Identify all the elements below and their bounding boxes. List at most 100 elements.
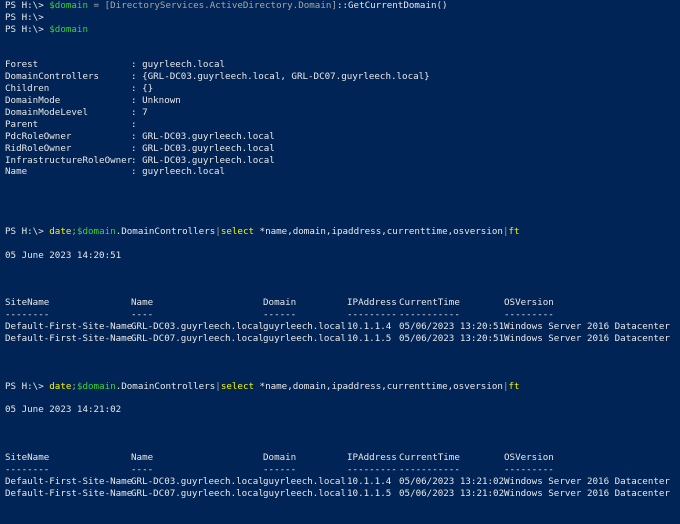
- property-row: Parent:: [5, 119, 680, 131]
- property-name: PdcRoleOwner: [5, 130, 72, 142]
- property-name: DomainMode: [5, 95, 61, 107]
- table-header: IPAddress: [347, 451, 397, 463]
- property-row: RidRoleOwner: GRL-DC03.guyrleech.local: [5, 143, 680, 155]
- type-literal: [DirectoryServices.ActiveDirectory.Domai…: [104, 0, 337, 11]
- property-value: GRL-DC03.guyrleech.local: [142, 154, 275, 166]
- date-output: 05 June 2023 14:20:51: [5, 249, 122, 261]
- table-header-row: SiteName Name Domain IPAddress CurrentTime OS…: [5, 452, 680, 464]
- table-cell: Default-First-Site-Name: [5, 475, 133, 487]
- property-value: guyrleech.local: [142, 166, 226, 178]
- property-value: GRL-DC03.guyrleech.local: [142, 142, 275, 154]
- property-name: RidRoleOwner: [5, 142, 72, 154]
- property-row: DomainControllers: {GRL-DC03.guyrleech.l…: [5, 71, 680, 83]
- table-cell: guyrleech.local: [263, 487, 346, 499]
- property-row: Children: {}: [5, 83, 680, 95]
- table-cell: Windows Server 2016 Datacenter: [504, 487, 670, 499]
- date-output: 05 June 2023 14:21:02: [5, 404, 680, 416]
- table-row: Default-First-Site-NameGRL-DC07.guyrleec…: [5, 333, 680, 345]
- table-header: SiteName: [5, 451, 50, 463]
- property-value: Unknown: [142, 95, 181, 107]
- table-underline: --------: [5, 463, 50, 475]
- method-call: ::GetCurrentDomain(): [336, 0, 448, 11]
- table-cell: 10.1.1.5: [347, 332, 392, 344]
- command-date: date: [49, 225, 72, 237]
- table-header: Name: [131, 451, 154, 463]
- table-cell: Windows Server 2016 Datacenter: [504, 475, 670, 487]
- property-row: DomainModeLevel: 7: [5, 107, 680, 119]
- arguments: *name,domain,ipaddress,currenttime,osver…: [254, 380, 503, 392]
- table-cell: GRL-DC03.guyrleech.local: [131, 475, 264, 487]
- separator: :: [131, 142, 143, 154]
- table-underline: ------: [263, 309, 297, 321]
- separator: :: [131, 130, 143, 142]
- date-output: 05 June 2023 14:20:51: [5, 250, 680, 262]
- table-underline: ----: [131, 463, 154, 475]
- table-cell: Windows Server 2016 Datacenter: [504, 332, 670, 344]
- table-underline: ---------: [347, 463, 397, 475]
- table-cell: 05/06/2023 13:21:02: [399, 475, 505, 487]
- separator: :: [131, 83, 143, 95]
- command-select: select: [220, 380, 255, 392]
- prompt: PS H:\>: [5, 0, 50, 11]
- property-name: Forest: [5, 59, 39, 71]
- table-cell: GRL-DC07.guyrleech.local: [131, 332, 264, 344]
- table-header-row: SiteName Name Domain IPAddress CurrentTime OS…: [5, 297, 680, 309]
- table-cell: guyrleech.local: [263, 321, 346, 333]
- separator: :: [131, 118, 143, 130]
- table-header: Name: [131, 297, 154, 309]
- property-value: {}: [142, 83, 154, 95]
- variable: $domain: [49, 0, 88, 11]
- table-header: OSVersion: [504, 297, 554, 309]
- command-line: PS H:\> date;$domain.DomainControllers|s…: [5, 381, 680, 393]
- table-underline: ----: [131, 309, 154, 321]
- property-row: Forest: guyrleech.local: [5, 59, 680, 71]
- powershell-console[interactable]: PS H:\> $domain = [DirectoryServices.Act…: [0, 0, 680, 524]
- property-name: InfrastructureRoleOwner: [5, 154, 133, 166]
- separator: :: [131, 71, 143, 83]
- property-name: DomainControllers: [5, 71, 100, 83]
- table-cell: GRL-DC03.guyrleech.local: [131, 321, 264, 333]
- table-cell: Default-First-Site-Name: [5, 332, 133, 344]
- command-date: date: [49, 380, 72, 392]
- table-cell: Default-First-Site-Name: [5, 321, 133, 333]
- table-underline: -----------: [399, 309, 460, 321]
- prompt: PS H:\>: [5, 11, 50, 23]
- table-row: Default-First-Site-NameGRL-DC03.guyrleec…: [5, 321, 680, 333]
- table-cell: GRL-DC07.guyrleech.local: [131, 487, 264, 499]
- property: .DomainControllers: [115, 225, 216, 237]
- prompt: PS H:\>: [5, 23, 50, 35]
- table-cell: guyrleech.local: [263, 332, 346, 344]
- variable: $domain: [49, 23, 88, 35]
- table-header: Domain: [263, 297, 297, 309]
- table-row: Default-First-Site-NameGRL-DC07.guyrleec…: [5, 488, 680, 500]
- table-cell: guyrleech.local: [263, 475, 346, 487]
- command-ft: ft: [508, 380, 520, 392]
- command-line: PS H:\>: [5, 12, 680, 24]
- table-cell: 05/06/2023 13:20:51: [399, 321, 505, 333]
- table-cell: 10.1.1.4: [347, 475, 392, 487]
- table-underline: ---------: [347, 309, 397, 321]
- property-name: Name: [5, 166, 28, 178]
- table-underline: ---------: [504, 309, 554, 321]
- table-underline: -----------: [399, 463, 460, 475]
- separator: :: [131, 166, 143, 178]
- property-value: {GRL-DC03.guyrleech.local, GRL-DC07.guyr…: [142, 71, 430, 83]
- arguments: *name,domain,ipaddress,currenttime,osver…: [254, 225, 503, 237]
- command-line: PS H:\> date;$domain.DomainControllers|s…: [5, 226, 680, 238]
- prompt: PS H:\>: [5, 380, 50, 392]
- command-ft: ft: [508, 225, 520, 237]
- table-cell: Windows Server 2016 Datacenter: [504, 321, 670, 333]
- table-header: CurrentTime: [399, 451, 460, 463]
- table-cell: 05/06/2023 13:21:02: [399, 487, 505, 499]
- property: .DomainControllers: [115, 380, 216, 392]
